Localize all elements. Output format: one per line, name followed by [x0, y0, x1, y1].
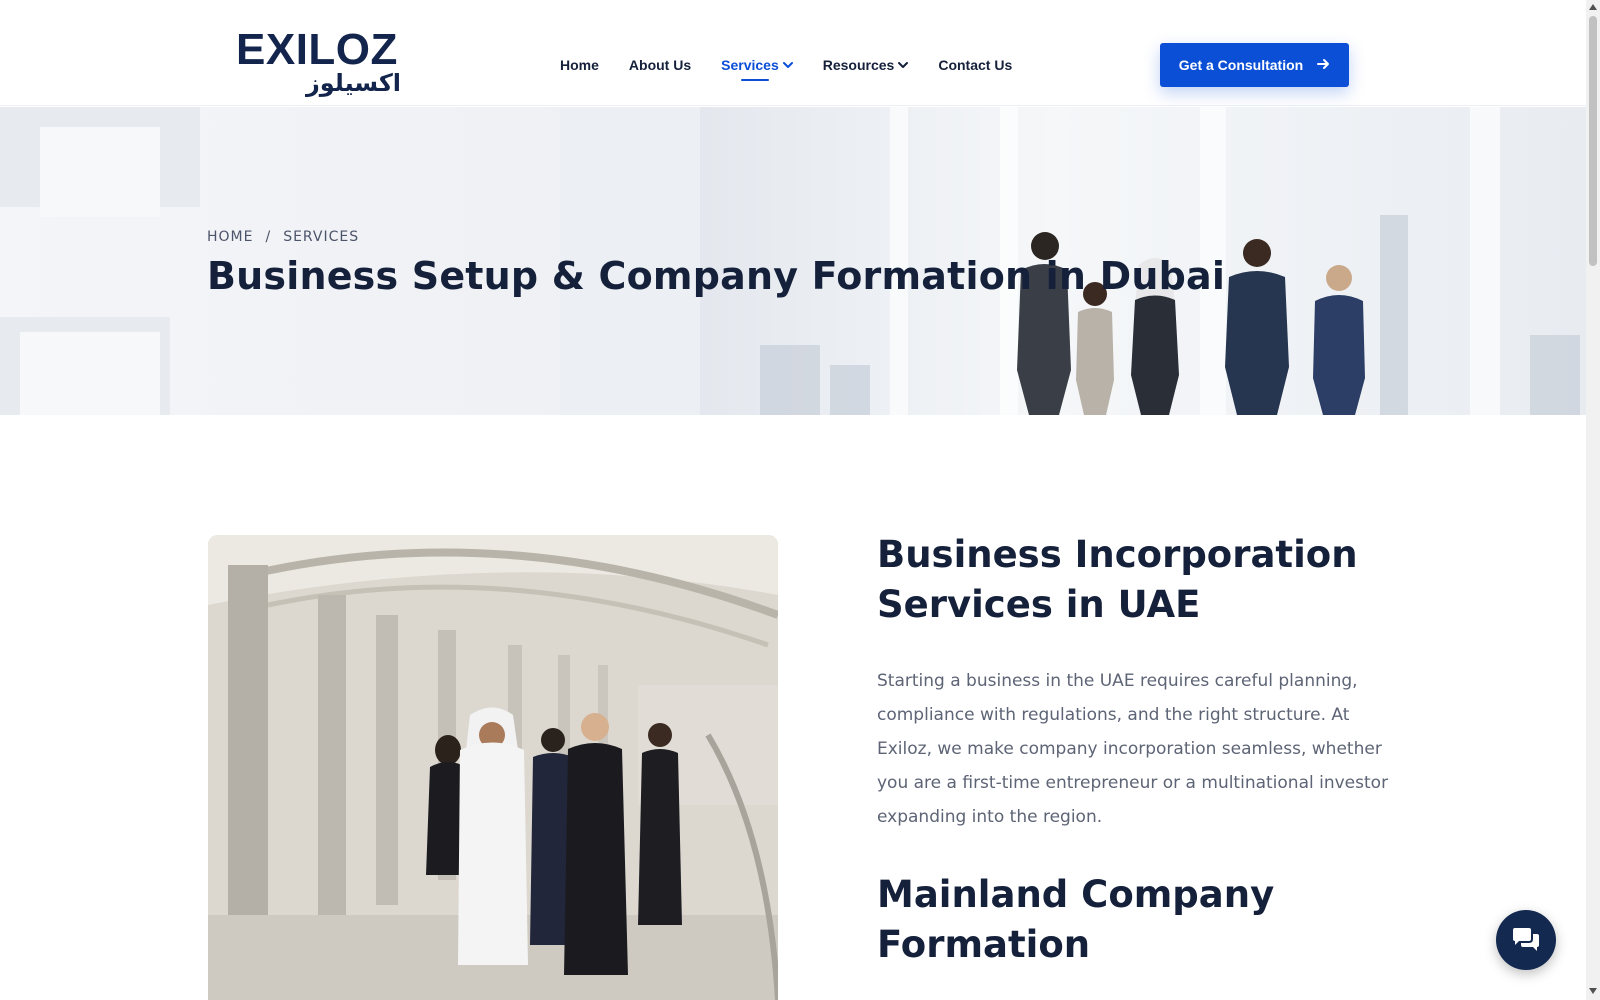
hero-bg-block [40, 127, 160, 217]
breadcrumb-separator: / [265, 229, 272, 245]
hero-city [830, 365, 870, 415]
nav-home[interactable]: Home [560, 57, 599, 73]
chevron-down-icon [898, 60, 909, 70]
scroll-thumb[interactable] [1589, 16, 1597, 266]
person-figure [1076, 282, 1114, 415]
nav-services[interactable]: Services [721, 57, 793, 81]
mainland-section: Mainland Company Formation [877, 870, 1397, 970]
site-header: EXILOZ اكسيلوز Home About Us Services Re… [0, 0, 1586, 106]
hero-banner: HOME / SERVICES Business Setup & Company F… [0, 107, 1586, 415]
section-paragraph: Starting a business in the UAE requires … [877, 671, 1389, 827]
person-figure [1225, 239, 1289, 415]
scrollbar[interactable] [1586, 0, 1600, 1000]
breadcrumb-services: SERVICES [283, 229, 360, 245]
hero-city [1380, 215, 1408, 415]
nav-services-label: Services [721, 57, 779, 73]
scroll-down-icon[interactable] [1589, 988, 1597, 994]
chevron-down-icon [782, 60, 793, 70]
section-heading: Mainland Company Formation [877, 873, 1275, 966]
arrow-right-icon [1317, 57, 1330, 73]
nav-about-us-label: About Us [628, 57, 692, 73]
nav-about-us[interactable]: About Us [629, 57, 691, 73]
main-nav: Home About Us Services Resources Contact… [560, 57, 1042, 81]
get-consultation-button[interactable]: Get a Consultation [1160, 43, 1349, 87]
business-people-photo [208, 535, 778, 1000]
hero-city [760, 345, 820, 415]
incorporation-section: Business Incorporation Services in UAE [877, 530, 1397, 630]
nav-home-label: Home [560, 57, 599, 73]
hero-window [1470, 107, 1500, 415]
page-title: Business Setup & Company Formation in Du… [207, 254, 1226, 298]
incorporation-body: Starting a business in the UAE requires … [877, 664, 1397, 834]
nav-resources[interactable]: Resources [823, 57, 909, 73]
chat-button[interactable] [1496, 910, 1556, 970]
breadcrumb-home[interactable]: HOME [207, 229, 253, 245]
section-heading: Business Incorporation Services in UAE [877, 533, 1358, 626]
logo[interactable]: EXILOZ اكسيلوز [236, 25, 404, 100]
nav-contact-us-label: Contact Us [938, 57, 1013, 73]
hero-bg-block [20, 332, 160, 415]
cta-label: Get a Consultation [1178, 57, 1304, 73]
nav-resources-label: Resources [822, 57, 895, 73]
person-figure [1313, 265, 1365, 415]
hero-city [1530, 335, 1580, 415]
logo-latin-text: EXILOZ [236, 25, 398, 74]
nav-contact-us[interactable]: Contact Us [938, 57, 1012, 73]
breadcrumb: HOME / SERVICES [207, 229, 359, 245]
scroll-up-icon[interactable] [1589, 4, 1597, 10]
chat-bubbles-icon [1513, 928, 1539, 951]
